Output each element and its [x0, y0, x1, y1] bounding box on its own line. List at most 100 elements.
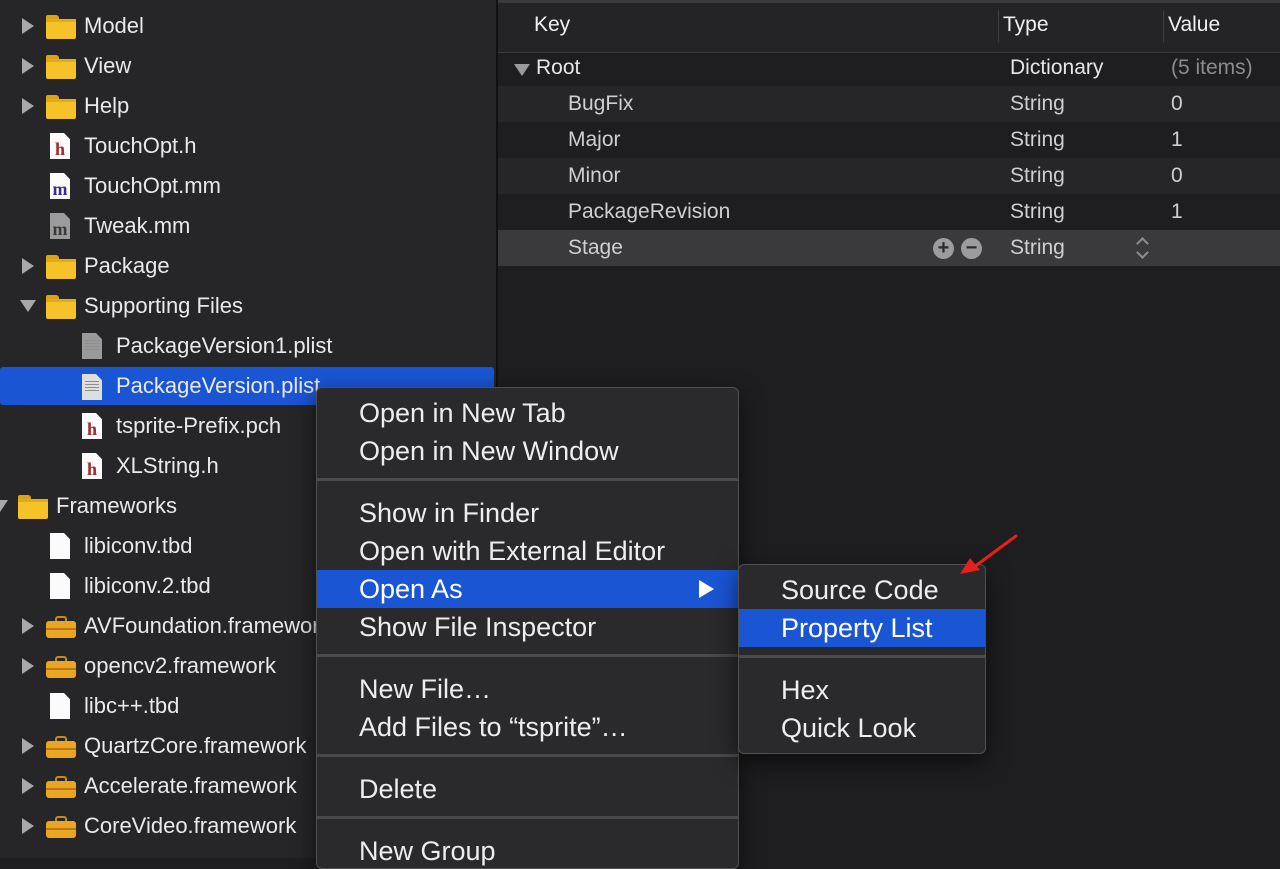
- menu-separator: [317, 478, 738, 481]
- menu-separator: [317, 654, 738, 657]
- plist-type: String: [1010, 164, 1065, 187]
- plist-row[interactable]: Major String 1: [498, 122, 1280, 158]
- disclosure-right-icon[interactable]: [22, 778, 34, 794]
- plist-key: Stage: [568, 236, 623, 259]
- header-file-icon: h: [82, 413, 102, 439]
- menu-item-open-with-external-editor[interactable]: Open with External Editor: [317, 532, 738, 570]
- folder-icon: [46, 255, 76, 279]
- column-separator[interactable]: [1163, 10, 1164, 42]
- disclosure-right-icon[interactable]: [22, 618, 34, 634]
- disclosure-down-icon[interactable]: [0, 500, 8, 512]
- menu-item-property-list[interactable]: Property List: [739, 609, 985, 647]
- menu-item-label: Open in New Window: [359, 435, 619, 466]
- menu-separator: [317, 816, 738, 819]
- navigator-item-label: CoreVideo.framework: [84, 813, 297, 838]
- framework-icon: [46, 616, 76, 638]
- disclosure-right-icon[interactable]: [22, 738, 34, 754]
- file-icon: [50, 693, 70, 719]
- menu-item-delete[interactable]: Delete: [317, 770, 738, 808]
- plist-row-selected[interactable]: Stage + − String: [498, 230, 1280, 266]
- navigator-item-label: QuartzCore.framework: [84, 733, 307, 758]
- plist-type: String: [1010, 200, 1065, 223]
- navigator-item[interactable]: PackageVersion1.plist: [0, 326, 496, 366]
- disclosure-right-icon[interactable]: [22, 58, 34, 74]
- menu-item-open-in-new-window[interactable]: Open in New Window: [317, 432, 738, 470]
- menu-item-label: Delete: [359, 773, 438, 804]
- column-header-type[interactable]: Type: [1003, 13, 1049, 37]
- disclosure-down-icon[interactable]: [514, 64, 530, 76]
- plist-value[interactable]: 1: [1171, 128, 1183, 152]
- navigator-item-label: Tweak.mm: [84, 213, 191, 238]
- disclosure-right-icon[interactable]: [22, 18, 34, 34]
- plist-value[interactable]: 1: [1171, 200, 1183, 224]
- plist-file-icon: [82, 333, 102, 359]
- navigator-item[interactable]: m Tweak.mm: [0, 206, 496, 246]
- framework-icon: [46, 736, 76, 758]
- navigator-item-label: libc++.tbd: [84, 693, 180, 718]
- menu-item-label: Hex: [781, 674, 830, 705]
- plist-row[interactable]: PackageRevision String 1: [498, 194, 1280, 230]
- disclosure-right-icon[interactable]: [22, 98, 34, 114]
- plist-row[interactable]: BugFix String 0: [498, 86, 1280, 122]
- plist-key: BugFix: [568, 92, 634, 115]
- remove-item-icon[interactable]: −: [961, 238, 982, 259]
- menu-item-add-files-to-tsprite[interactable]: Add Files to “tsprite”…: [317, 708, 738, 746]
- plist-value[interactable]: 0: [1171, 164, 1183, 188]
- menu-item-quick-look[interactable]: Quick Look: [739, 709, 985, 747]
- navigator-item[interactable]: h TouchOpt.h: [0, 126, 496, 166]
- menu-item-label: Open with External Editor: [359, 535, 666, 566]
- menu-item-label: Show File Inspector: [359, 611, 597, 642]
- open-as-submenu: Source Code Property List Hex Quick Look: [738, 564, 986, 754]
- add-item-icon[interactable]: +: [933, 238, 954, 259]
- menu-item-label: Open in New Tab: [359, 397, 566, 428]
- menu-item-open-as[interactable]: Open As: [317, 570, 738, 608]
- disclosure-down-icon[interactable]: [20, 300, 36, 312]
- navigator-item-label: libiconv.2.tbd: [84, 573, 211, 598]
- folder-icon: [46, 295, 76, 319]
- plist-row-root[interactable]: Root Dictionary (5 items): [498, 50, 1280, 86]
- menu-item-show-file-inspector[interactable]: Show File Inspector: [317, 608, 738, 646]
- navigator-item-label: TouchOpt.mm: [84, 173, 221, 198]
- menu-separator: [739, 655, 985, 658]
- navigator-item-label: AVFoundation.framework: [84, 613, 331, 638]
- context-menu: Open in New Tab Open in New Window Show in…: [316, 387, 739, 869]
- navigator-item-label: tsprite-Prefix.pch: [116, 413, 282, 438]
- navigator-item-label: Supporting Files: [84, 293, 243, 318]
- plist-row[interactable]: Minor String 0: [498, 158, 1280, 194]
- navigator-item[interactable]: Supporting Files: [0, 286, 496, 326]
- folder-icon: [46, 55, 76, 79]
- menu-item-new-file[interactable]: New File…: [317, 670, 738, 708]
- navigator-item[interactable]: Model: [0, 6, 496, 46]
- column-header-key[interactable]: Key: [534, 13, 570, 37]
- menu-item-new-group[interactable]: New Group: [317, 832, 738, 868]
- menu-item-label: Quick Look: [781, 712, 917, 743]
- navigator-item[interactable]: View: [0, 46, 496, 86]
- navigator-item-label: Package: [84, 253, 170, 278]
- menu-item-open-in-new-tab[interactable]: Open in New Tab: [317, 394, 738, 432]
- plist-key: Root: [536, 56, 581, 79]
- type-popup-chevron-icon[interactable]: [1136, 236, 1152, 260]
- plist-header: Key Type Value: [498, 0, 1280, 53]
- navigator-item-label: PackageVersion.plist: [116, 373, 321, 398]
- folder-icon: [18, 495, 48, 519]
- navigator-item[interactable]: Package: [0, 246, 496, 286]
- file-icon: [50, 573, 70, 599]
- header-file-icon: h: [82, 453, 102, 479]
- plist-value[interactable]: 0: [1171, 92, 1183, 116]
- navigator-item[interactable]: m TouchOpt.mm: [0, 166, 496, 206]
- column-header-value[interactable]: Value: [1168, 13, 1220, 37]
- menu-item-show-in-finder[interactable]: Show in Finder: [317, 494, 738, 532]
- disclosure-right-icon[interactable]: [22, 658, 34, 674]
- menu-separator: [317, 754, 738, 757]
- disclosure-right-icon[interactable]: [22, 258, 34, 274]
- framework-icon: [46, 656, 76, 678]
- plist-type[interactable]: String: [1010, 236, 1065, 260]
- disclosure-right-icon[interactable]: [22, 818, 34, 834]
- column-separator[interactable]: [998, 10, 999, 42]
- menu-item-source-code[interactable]: Source Code: [739, 571, 985, 609]
- plist-key: PackageRevision: [568, 200, 731, 223]
- navigator-item[interactable]: Help: [0, 86, 496, 126]
- menu-item-hex[interactable]: Hex: [739, 671, 985, 709]
- menu-item-label: Show in Finder: [359, 497, 540, 528]
- navigator-item-label: PackageVersion1.plist: [116, 333, 333, 358]
